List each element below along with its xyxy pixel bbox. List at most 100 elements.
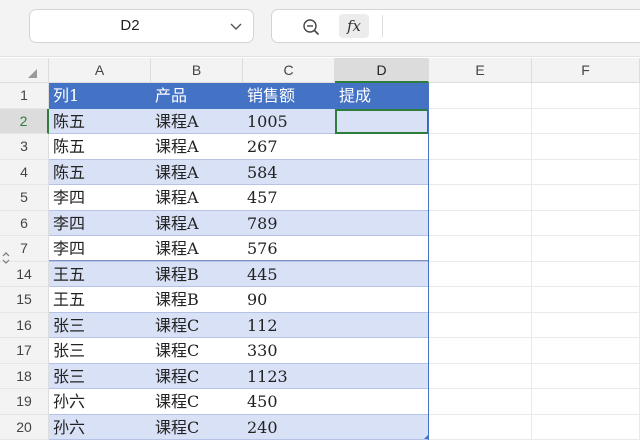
row-header-2[interactable]: 2	[0, 108, 49, 134]
table-cell[interactable]: 330	[243, 338, 335, 364]
empty-cell[interactable]	[429, 414, 532, 440]
table-cell[interactable]	[335, 210, 429, 236]
expand-rows-icon[interactable]	[1, 250, 11, 266]
empty-cell[interactable]	[429, 287, 532, 313]
row-header-4[interactable]: 4	[0, 159, 49, 185]
table-cell[interactable]: 陈五	[49, 159, 151, 185]
table-cell[interactable]: 课程A	[151, 210, 243, 236]
formula-input-area[interactable]: fx	[271, 9, 640, 43]
empty-cell[interactable]	[429, 312, 532, 338]
column-header-c[interactable]: C	[243, 58, 335, 83]
table-cell[interactable]	[335, 363, 429, 389]
column-header-d[interactable]: D	[335, 58, 429, 83]
row-header-5[interactable]: 5	[0, 185, 49, 211]
table-cell[interactable]: 课程C	[151, 363, 243, 389]
table-cell[interactable]: 孙六	[49, 389, 151, 415]
table-cell[interactable]	[335, 185, 429, 211]
table-cell[interactable]: 课程A	[151, 185, 243, 211]
empty-cell[interactable]	[532, 159, 640, 185]
table-cell[interactable]: 张三	[49, 363, 151, 389]
table-resize-handle[interactable]	[424, 434, 429, 439]
table-header-cell[interactable]: 产品	[151, 83, 243, 109]
column-header-e[interactable]: E	[429, 58, 532, 83]
empty-cell[interactable]	[429, 338, 532, 364]
empty-cell[interactable]	[429, 261, 532, 287]
table-cell[interactable]: 张三	[49, 338, 151, 364]
table-cell[interactable]: 课程B	[151, 261, 243, 287]
table-cell[interactable]: 1005	[243, 108, 335, 134]
table-cell[interactable]: 457	[243, 185, 335, 211]
empty-cell[interactable]	[532, 108, 640, 134]
insert-function-button[interactable]: fx	[339, 14, 369, 38]
empty-cell[interactable]	[532, 414, 640, 440]
table-header-cell[interactable]: 提成	[335, 83, 429, 109]
select-all-corner[interactable]	[0, 58, 49, 83]
table-cell[interactable]: 课程C	[151, 389, 243, 415]
chevron-down-icon[interactable]	[229, 19, 243, 33]
table-cell[interactable]: 1123	[243, 363, 335, 389]
row-header-19[interactable]: 19	[0, 389, 49, 415]
table-cell[interactable]: 90	[243, 287, 335, 313]
empty-cell[interactable]	[429, 159, 532, 185]
empty-cell[interactable]	[429, 185, 532, 211]
table-cell[interactable]: 课程C	[151, 338, 243, 364]
empty-cell[interactable]	[532, 185, 640, 211]
table-cell[interactable]	[335, 287, 429, 313]
table-cell[interactable]: 王五	[49, 261, 151, 287]
table-cell[interactable]: 课程C	[151, 414, 243, 440]
table-cell[interactable]: 课程A	[151, 236, 243, 262]
table-cell[interactable]: 课程A	[151, 134, 243, 160]
empty-cell[interactable]	[532, 287, 640, 313]
row-header-20[interactable]: 20	[0, 414, 49, 440]
table-cell[interactable]: 课程A	[151, 159, 243, 185]
table-cell[interactable]: 李四	[49, 236, 151, 262]
table-cell[interactable]: 陈五	[49, 134, 151, 160]
empty-cell[interactable]	[532, 312, 640, 338]
table-cell[interactable]: 李四	[49, 185, 151, 211]
column-header-f[interactable]: F	[532, 58, 640, 83]
empty-cell[interactable]	[532, 363, 640, 389]
table-cell[interactable]	[335, 389, 429, 415]
table-cell[interactable]: 王五	[49, 287, 151, 313]
empty-cell[interactable]	[429, 236, 532, 262]
zoom-out-icon[interactable]	[302, 18, 320, 36]
table-cell[interactable]: 课程C	[151, 312, 243, 338]
table-cell[interactable]: 450	[243, 389, 335, 415]
table-cell[interactable]	[335, 261, 429, 287]
empty-cell[interactable]	[532, 134, 640, 160]
table-cell[interactable]: 陈五	[49, 108, 151, 134]
table-cell[interactable]: 孙六	[49, 414, 151, 440]
column-header-b[interactable]: B	[151, 58, 243, 83]
empty-cell[interactable]	[429, 210, 532, 236]
empty-cell[interactable]	[429, 108, 532, 134]
table-cell[interactable]	[335, 236, 429, 262]
table-cell[interactable]	[335, 159, 429, 185]
row-header-18[interactable]: 18	[0, 363, 49, 389]
table-header-cell[interactable]: 列1	[49, 83, 151, 109]
empty-cell[interactable]	[532, 338, 640, 364]
empty-cell[interactable]	[532, 389, 640, 415]
table-cell[interactable]: 112	[243, 312, 335, 338]
table-cell[interactable]: 584	[243, 159, 335, 185]
table-cell[interactable]: 240	[243, 414, 335, 440]
table-cell[interactable]	[335, 108, 429, 134]
row-header-17[interactable]: 17	[0, 338, 49, 364]
table-cell[interactable]: 课程A	[151, 108, 243, 134]
row-header-16[interactable]: 16	[0, 312, 49, 338]
table-cell[interactable]	[335, 312, 429, 338]
empty-cell[interactable]	[429, 389, 532, 415]
table-cell[interactable]: 445	[243, 261, 335, 287]
row-header-6[interactable]: 6	[0, 210, 49, 236]
table-cell[interactable]: 张三	[49, 312, 151, 338]
empty-cell[interactable]	[532, 261, 640, 287]
row-header-1[interactable]: 1	[0, 83, 49, 109]
table-header-cell[interactable]: 销售额	[243, 83, 335, 109]
row-header-3[interactable]: 3	[0, 134, 49, 160]
table-cell[interactable]	[335, 134, 429, 160]
empty-cell[interactable]	[532, 210, 640, 236]
name-box[interactable]: D2	[29, 9, 254, 43]
empty-cell[interactable]	[429, 134, 532, 160]
table-cell[interactable]: 267	[243, 134, 335, 160]
table-cell[interactable]	[335, 338, 429, 364]
table-cell[interactable]	[335, 414, 429, 440]
